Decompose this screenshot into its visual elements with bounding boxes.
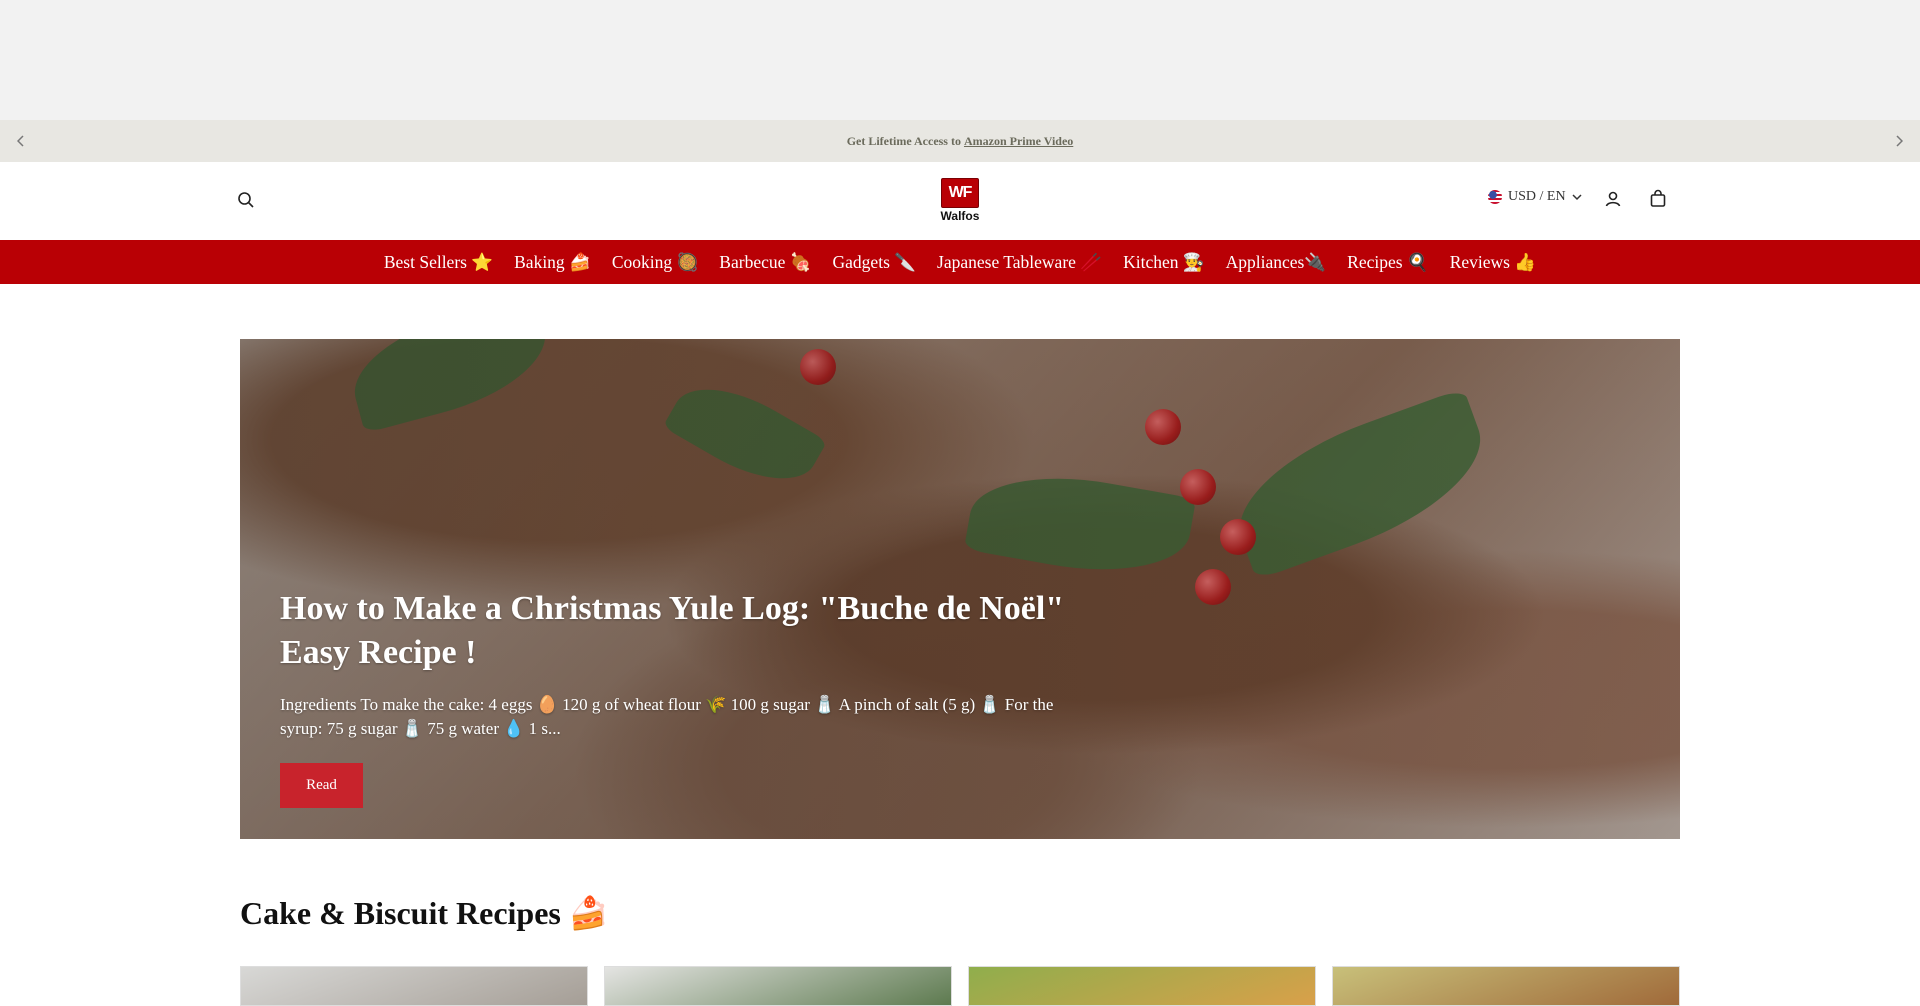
locale-label: USD / EN xyxy=(1508,189,1566,204)
nav-item-best-sellers[interactable]: Best Sellers ⭐ xyxy=(384,252,493,273)
read-button[interactable]: Read xyxy=(280,763,363,808)
announcement-link[interactable]: Amazon Prime Video xyxy=(964,134,1073,148)
nav-item-appliances[interactable]: Appliances🔌 xyxy=(1226,252,1327,273)
recipe-card[interactable] xyxy=(240,966,588,1006)
search-icon xyxy=(238,192,254,208)
chevron-left-icon xyxy=(17,135,24,147)
hero-content: How to Make a Christmas Yule Log: "Buche… xyxy=(280,587,1100,808)
search-button[interactable] xyxy=(236,190,256,210)
main-navigation: Best Sellers ⭐ Baking 🍰 Cooking 🥘 Barbec… xyxy=(0,240,1920,284)
section-title: Cake & Biscuit Recipes 🍰 xyxy=(240,895,609,931)
user-icon xyxy=(1605,191,1621,207)
nav-item-kitchen[interactable]: Kitchen 👨‍🍳 xyxy=(1123,252,1205,273)
currency-language-selector[interactable]: USD / EN xyxy=(1488,189,1582,205)
cart-button[interactable] xyxy=(1648,189,1668,209)
announcement-prefix: Get Lifetime Access to xyxy=(846,133,961,148)
announcement-bar: Get Lifetime Access to Amazon Prime Vide… xyxy=(0,120,1920,162)
announcement-next-button[interactable] xyxy=(1878,120,1920,162)
logo-text: Walfos xyxy=(940,209,980,223)
announcement-message: Get Lifetime Access to Amazon Prime Vide… xyxy=(847,134,1074,149)
hero-title[interactable]: How to Make a Christmas Yule Log: "Buche… xyxy=(280,587,1100,675)
nav-item-cooking[interactable]: Cooking 🥘 xyxy=(612,252,698,273)
hero-banner: How to Make a Christmas Yule Log: "Buche… xyxy=(240,339,1680,839)
site-logo[interactable]: WF Walfos xyxy=(934,178,986,224)
nav-item-barbecue[interactable]: Barbecue 🍖 xyxy=(719,252,811,273)
recipe-card-image xyxy=(1333,967,1679,1005)
logo-mark: WF xyxy=(941,178,979,208)
nav-item-baking[interactable]: Baking 🍰 xyxy=(514,252,591,273)
announcement-prev-button[interactable] xyxy=(0,120,42,162)
nav-item-recipes[interactable]: Recipes 🍳 xyxy=(1347,252,1429,273)
top-blank-area xyxy=(0,0,1920,120)
account-button[interactable] xyxy=(1603,189,1623,209)
recipe-card-image xyxy=(241,967,587,1005)
shopping-bag-icon xyxy=(1650,189,1666,207)
nav-item-japanese-tableware[interactable]: Japanese Tableware 🥢 xyxy=(937,252,1102,273)
nav-item-gadgets[interactable]: Gadgets 🔪 xyxy=(833,252,917,273)
hero-excerpt: Ingredients To make the cake: 4 eggs 🥚 1… xyxy=(280,695,1054,738)
chevron-down-icon xyxy=(1572,193,1582,200)
nav-item-reviews[interactable]: Reviews 👍 xyxy=(1450,252,1536,273)
recipe-card-row xyxy=(240,966,1680,1006)
site-header: WF Walfos USD / EN xyxy=(0,162,1920,240)
recipe-card[interactable] xyxy=(1332,966,1680,1006)
recipe-card[interactable] xyxy=(968,966,1316,1006)
recipe-card[interactable] xyxy=(604,966,952,1006)
recipe-card-image xyxy=(969,967,1315,1005)
chevron-right-icon xyxy=(1896,135,1903,147)
us-flag-icon xyxy=(1488,190,1502,204)
recipe-card-image xyxy=(605,967,951,1005)
